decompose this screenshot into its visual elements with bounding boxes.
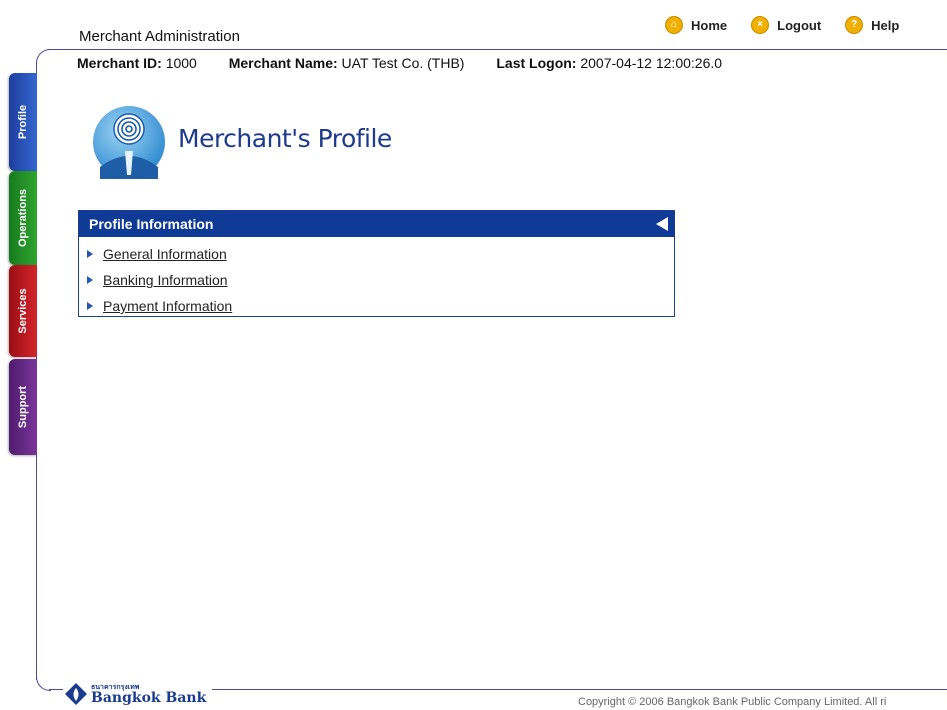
last-logon-label: Last Logon:	[496, 55, 577, 71]
help-link[interactable]: ? Help	[845, 16, 899, 34]
app-title: Merchant Administration	[79, 28, 240, 45]
merchant-id-value: 1000	[165, 55, 197, 71]
top-navigation: ⌂ Home × Logout ? Help	[665, 16, 923, 34]
profile-information-panel: Profile Information General Information …	[78, 210, 675, 317]
help-icon: ?	[845, 16, 864, 34]
bullet-arrow-icon	[87, 276, 93, 284]
merchant-profile-icon	[93, 106, 165, 179]
help-link-label: Help	[871, 17, 900, 33]
general-information-link[interactable]: General Information	[103, 246, 227, 262]
bank-name: Bangkok Bank	[91, 689, 207, 706]
home-link[interactable]: ⌂ Home	[665, 16, 727, 34]
list-item: Banking Information	[87, 267, 674, 293]
frame-bottom-border	[212, 689, 947, 690]
tab-services[interactable]: Services	[9, 265, 37, 357]
merchant-id-label: Merchant ID:	[77, 55, 162, 71]
frame-corner-top	[36, 49, 51, 64]
banking-information-link[interactable]: Banking Information	[103, 272, 228, 288]
bullet-arrow-icon	[87, 302, 93, 310]
tab-profile[interactable]: Profile	[9, 73, 37, 171]
frame-top-border	[48, 49, 947, 50]
panel-header: Profile Information	[79, 211, 674, 237]
list-item: General Information	[87, 241, 674, 267]
panel-title: Profile Information	[89, 216, 214, 232]
list-item: Payment Information	[87, 293, 674, 319]
collapse-arrow-icon[interactable]	[656, 217, 668, 231]
merchant-name-label: Merchant Name:	[228, 55, 338, 71]
copyright-text: Copyright © 2006 Bangkok Bank Public Com…	[578, 696, 887, 708]
bank-lotus-icon	[65, 683, 87, 705]
frame-bottom-border-left	[49, 689, 63, 690]
last-logon-value: 2007-04-12 12:00:26.0	[580, 55, 723, 71]
profile-menu-list: General Information Banking Information …	[79, 237, 674, 319]
bangkok-bank-logo: ธนาคารกรุงเทพ Bangkok Bank	[64, 682, 206, 706]
tab-operations[interactable]: Operations	[9, 171, 37, 265]
merchant-name-value: UAT Test Co. (THB)	[341, 55, 465, 71]
tab-support[interactable]: Support	[9, 359, 37, 455]
logout-link-label: Logout	[777, 17, 822, 33]
logout-icon: ×	[751, 16, 770, 34]
payment-information-link[interactable]: Payment Information	[103, 298, 232, 314]
logout-link[interactable]: × Logout	[751, 16, 821, 34]
merchant-info-bar: Merchant ID: 1000 Merchant Name: UAT Tes…	[77, 55, 750, 71]
home-link-label: Home	[691, 17, 728, 33]
page-title: Merchant's Profile	[178, 124, 392, 153]
bullet-arrow-icon	[87, 250, 93, 258]
home-icon: ⌂	[665, 16, 683, 34]
